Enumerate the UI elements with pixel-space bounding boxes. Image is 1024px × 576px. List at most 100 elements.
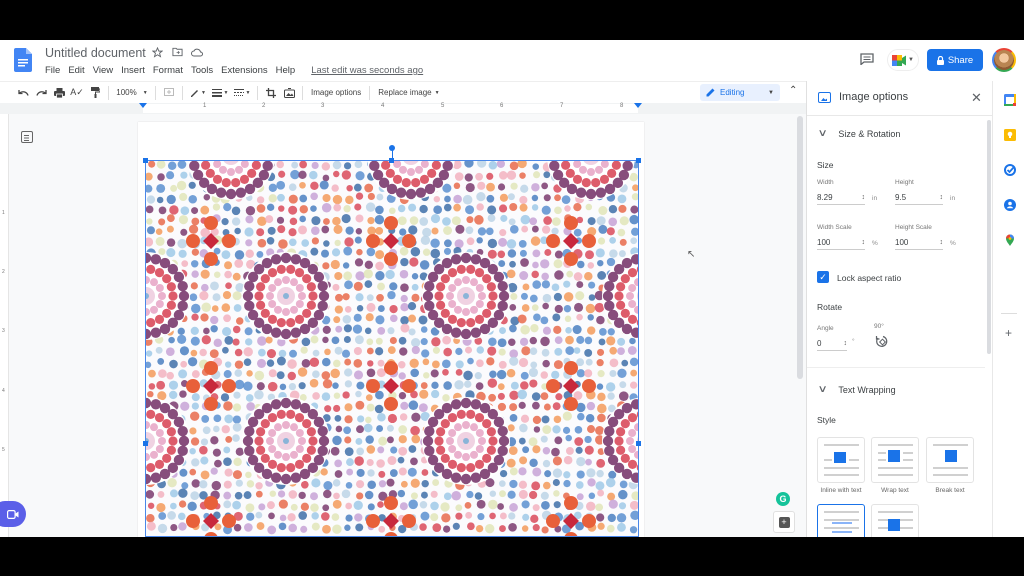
share-label: Share bbox=[947, 54, 974, 66]
toolbar-divider bbox=[257, 85, 258, 100]
rotate-90-icon[interactable] bbox=[875, 335, 888, 348]
ruler-number: 4 bbox=[2, 388, 5, 394]
angle-value: 0 bbox=[817, 339, 822, 348]
hide-menus-chevron-up-icon[interactable]: ⌃ bbox=[789, 85, 797, 96]
caret-down-icon: ▼ bbox=[768, 89, 774, 96]
left-indent-marker[interactable] bbox=[139, 103, 147, 108]
lock-aspect-ratio-label[interactable]: Lock aspect ratio bbox=[837, 273, 901, 283]
keep-icon[interactable] bbox=[1004, 129, 1016, 141]
last-edit-link[interactable]: Last edit was seconds ago bbox=[311, 65, 423, 76]
menu-extensions[interactable]: Extensions bbox=[221, 65, 267, 76]
editing-mode-select[interactable]: Editing ▼ bbox=[700, 84, 780, 101]
meet-button[interactable]: ▼ bbox=[887, 49, 919, 71]
menu-insert[interactable]: Insert bbox=[121, 65, 145, 76]
resize-handle-top-right[interactable] bbox=[636, 158, 641, 163]
grammarly-icon[interactable]: G bbox=[776, 492, 790, 506]
menu-tools[interactable]: Tools bbox=[191, 65, 213, 76]
print-icon[interactable] bbox=[50, 84, 68, 102]
angle-stepper-icon[interactable]: ↕ bbox=[844, 340, 848, 347]
wrap-option-behind-text[interactable] bbox=[817, 504, 865, 537]
calendar-icon[interactable] bbox=[1004, 94, 1016, 106]
ruler-number: 4 bbox=[381, 103, 385, 109]
meet-present-button[interactable] bbox=[0, 501, 26, 527]
chevron-down-icon: ∨ bbox=[817, 384, 828, 395]
get-addons-plus-icon[interactable]: + bbox=[1005, 326, 1012, 340]
caret-down-icon: ▼ bbox=[142, 89, 148, 96]
close-icon[interactable]: ✕ bbox=[971, 90, 982, 106]
text-wrapping-section-header[interactable]: ∨ Text Wrapping bbox=[817, 384, 896, 395]
height-scale-stepper-icon[interactable]: ↕ bbox=[940, 239, 944, 246]
move-folder-icon[interactable] bbox=[171, 46, 183, 58]
right-indent-marker[interactable] bbox=[634, 103, 642, 108]
menu-file[interactable]: File bbox=[45, 65, 60, 76]
undo-icon[interactable] bbox=[14, 84, 32, 102]
wrap-option-wrap-text[interactable] bbox=[871, 437, 919, 483]
width-scale-input[interactable]: 100 ↕ bbox=[817, 236, 865, 250]
ruler-number: 2 bbox=[262, 103, 266, 109]
ruler-number: 5 bbox=[441, 103, 445, 109]
wrap-option-in-front-of-text[interactable] bbox=[871, 504, 919, 537]
docs-logo-icon[interactable] bbox=[14, 48, 32, 72]
menu-view[interactable]: View bbox=[93, 65, 113, 76]
menu-format[interactable]: Format bbox=[153, 65, 183, 76]
menu-help[interactable]: Help bbox=[276, 65, 296, 76]
star-icon[interactable] bbox=[151, 46, 163, 58]
horizontal-ruler[interactable]: 1 2 3 4 5 6 7 8 bbox=[0, 103, 806, 114]
border-weight-icon[interactable]: ▼ bbox=[209, 84, 231, 102]
ruler-number: 3 bbox=[321, 103, 325, 109]
rotation-handle[interactable] bbox=[389, 145, 395, 151]
paint-format-icon[interactable] bbox=[86, 84, 104, 102]
share-button[interactable]: Share bbox=[927, 49, 983, 71]
image-options-button[interactable]: Image options bbox=[307, 84, 365, 102]
resize-handle-top-left[interactable] bbox=[143, 158, 148, 163]
resize-handle-top-center[interactable] bbox=[389, 158, 394, 163]
comment-history-icon[interactable] bbox=[860, 53, 874, 65]
section-divider bbox=[807, 367, 985, 368]
size-rotation-section-header[interactable]: ∨ Size & Rotation bbox=[818, 128, 901, 139]
zoom-select[interactable]: 100% ▼ bbox=[113, 84, 151, 102]
wrap-option-break-text[interactable] bbox=[926, 437, 974, 483]
caret-down-icon: ▼ bbox=[434, 89, 440, 96]
ruler-number: 7 bbox=[560, 103, 564, 109]
angle-input[interactable]: 0 ↕ bbox=[817, 337, 847, 351]
lock-aspect-ratio-checkbox[interactable]: ✓ bbox=[817, 271, 829, 283]
menu-edit[interactable]: Edit bbox=[68, 65, 84, 76]
panel-scrollbar[interactable] bbox=[987, 120, 991, 354]
maps-icon[interactable] bbox=[1004, 234, 1016, 246]
tasks-icon[interactable] bbox=[1004, 164, 1016, 176]
replace-image-button[interactable]: Replace image ▼ bbox=[374, 84, 443, 102]
width-scale-label: Width Scale bbox=[817, 224, 852, 231]
add-comment-icon[interactable] bbox=[160, 84, 178, 102]
reset-image-icon[interactable] bbox=[280, 84, 298, 102]
redo-icon[interactable] bbox=[32, 84, 50, 102]
side-panel-apps: + ❯ bbox=[992, 81, 1024, 537]
style-label: Style bbox=[817, 415, 836, 425]
wrap-option-label: Inline with text bbox=[820, 487, 862, 494]
width-scale-stepper-icon[interactable]: ↕ bbox=[862, 239, 866, 246]
add-comment-button[interactable]: + bbox=[773, 511, 795, 533]
width-stepper-icon[interactable]: ↕ bbox=[862, 194, 866, 201]
account-avatar[interactable] bbox=[992, 48, 1016, 72]
crop-icon[interactable] bbox=[262, 84, 280, 102]
chevron-down-icon: ▼ bbox=[908, 57, 914, 63]
border-color-icon[interactable]: ▼ bbox=[187, 84, 209, 102]
spellcheck-icon[interactable]: A✓ bbox=[68, 84, 86, 102]
document-title[interactable]: Untitled document bbox=[45, 46, 146, 60]
resize-handle-middle-left[interactable] bbox=[143, 441, 148, 446]
resize-handle-middle-right[interactable] bbox=[636, 441, 641, 446]
cloud-status-icon[interactable] bbox=[191, 46, 203, 58]
width-input[interactable]: 8.29 ↕ bbox=[817, 191, 865, 205]
vertical-ruler[interactable]: 1 2 3 4 5 bbox=[0, 114, 9, 537]
document-outline-icon[interactable] bbox=[21, 131, 33, 143]
height-scale-input[interactable]: 100 ↕ bbox=[895, 236, 943, 250]
contacts-icon[interactable] bbox=[1004, 199, 1016, 211]
selected-image[interactable] bbox=[145, 160, 639, 537]
document-scrollbar[interactable] bbox=[797, 116, 803, 379]
editing-mode-label: Editing bbox=[720, 88, 745, 97]
height-input[interactable]: 9.5 ↕ bbox=[895, 191, 943, 205]
wrap-option-inline[interactable] bbox=[817, 437, 865, 483]
panel-header: Image options ✕ bbox=[807, 81, 993, 116]
wrap-option-label: Wrap text bbox=[881, 487, 909, 494]
border-dash-icon[interactable]: ▼ bbox=[231, 84, 253, 102]
height-stepper-icon[interactable]: ↕ bbox=[940, 194, 944, 201]
